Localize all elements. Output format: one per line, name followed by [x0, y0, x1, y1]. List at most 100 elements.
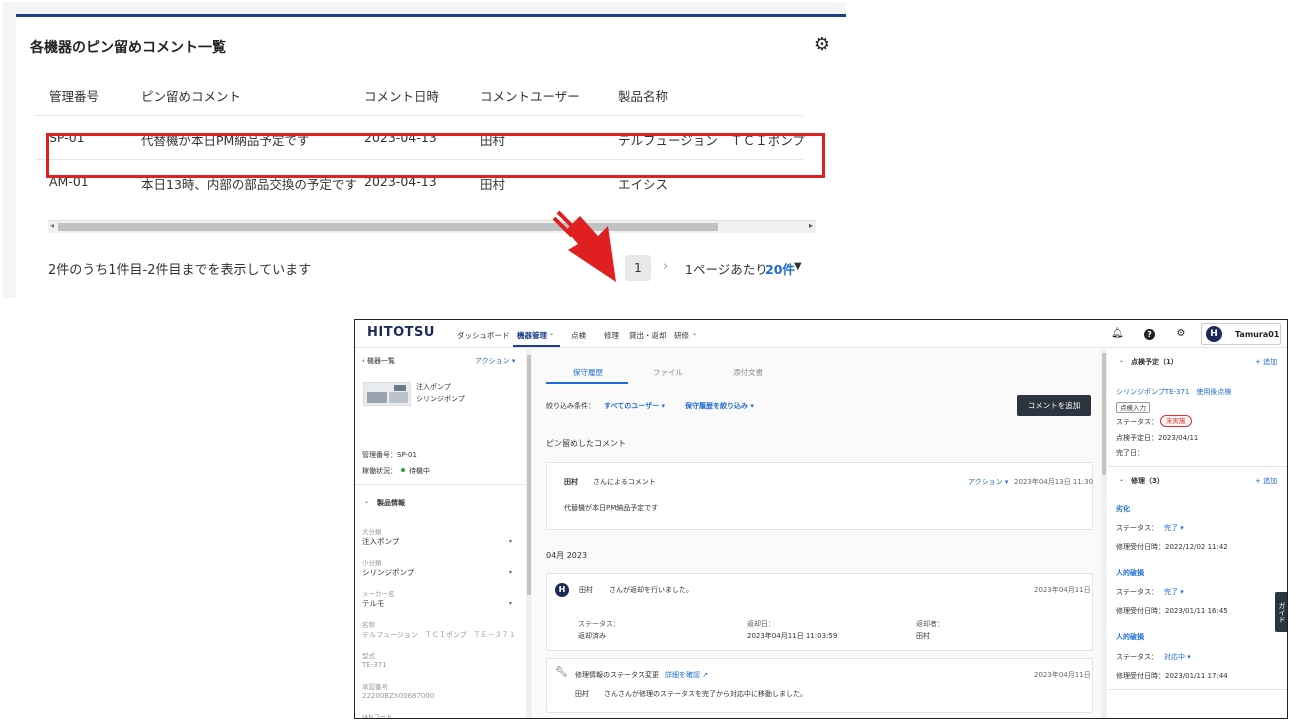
scroll-right-icon[interactable]: ▸	[809, 221, 813, 230]
tab-maintenance-history[interactable]: 保守履歴	[573, 367, 603, 378]
field-label: 承認番号	[362, 683, 388, 691]
status-badge: 未実施	[1160, 415, 1192, 427]
view-details-link[interactable]: 詳細を確認 ↗	[665, 670, 708, 680]
history-user: 田村	[579, 586, 593, 594]
table-horizontal-scrollbar[interactable]: ◂ ▸	[48, 220, 816, 233]
column-header-comment[interactable]: ピン留めコメント	[141, 86, 241, 105]
center-scrollbar[interactable]	[1101, 349, 1107, 718]
per-page-label: 1ページあたり	[685, 262, 768, 277]
approval-number-field[interactable]: 22200BZX00687000	[362, 692, 434, 700]
history-item-return: H 田村 さんが返却を行いました。 2023年04月11日 ステータス： 返却済…	[546, 573, 1093, 651]
chevron-down-icon[interactable]: ▾	[509, 600, 512, 607]
user-name: Tamura01	[1235, 330, 1280, 339]
comment-date: 2023年04月13日 11:30	[1014, 478, 1094, 486]
tab-files[interactable]: ファイル	[653, 367, 683, 378]
operating-status-value: 待機中	[409, 467, 430, 475]
user-menu[interactable]: H Tamura01	[1201, 323, 1281, 345]
per-page-select[interactable]: 20件	[765, 259, 795, 278]
active-nav-indicator	[513, 345, 560, 347]
maker-select[interactable]: テルモ	[362, 598, 385, 609]
repair-heading[interactable]: 修理（3）	[1131, 476, 1164, 486]
left-action-menu[interactable]: アクション ▾	[475, 356, 515, 366]
repair-status-label: ステータス：	[1116, 653, 1158, 661]
nav-item-inspection[interactable]: 点検	[571, 330, 586, 341]
nav-item-repair[interactable]: 修理	[604, 330, 619, 341]
repair-status-dropdown[interactable]: 完了 ▾	[1164, 587, 1184, 597]
history-filter-dropdown[interactable]: 保守履歴を絞り込み ▾	[685, 401, 754, 411]
table-header-row: 管理番号 ピン留めコメント コメント日時 コメントユーザー 製品名称	[36, 72, 803, 116]
model-field[interactable]: TE-371	[362, 661, 387, 669]
month-heading: 04月 2023	[546, 551, 588, 560]
app-logo[interactable]: HITOTSU	[367, 325, 435, 340]
device-info-panel: ‹ 機器一覧 アクション ▾ 注入ポンプ シリンジポンプ 管理番号：SP-01 …	[355, 349, 532, 719]
repair-item-title[interactable]: 劣化	[1116, 504, 1130, 514]
chevron-down-icon[interactable]: ▾	[509, 538, 512, 545]
repair-status-dropdown[interactable]: 完了 ▾	[1164, 523, 1184, 533]
column-header-user[interactable]: コメントユーザー	[480, 86, 580, 105]
minor-category-select[interactable]: シリンジポンプ	[362, 567, 414, 578]
nav-item-device-management[interactable]: 機器管理	[517, 330, 547, 341]
history-user: 田村	[575, 690, 589, 698]
gear-icon[interactable]: ⚙	[1175, 328, 1187, 340]
major-category-select[interactable]: 注入ポンプ	[362, 536, 399, 547]
widget-title: 各機器のピン留めコメント一覧	[30, 40, 226, 56]
chevron-down-icon[interactable]: ▼	[794, 261, 802, 272]
repair-received-date: 修理受付日時：2022/12/02 11:42	[1116, 543, 1228, 551]
inspection-planned-date: 点検予定日：2023/04/11	[1116, 434, 1199, 442]
repair-item-title[interactable]: 人的破損	[1116, 568, 1144, 578]
tab-attachments[interactable]: 添付文書	[733, 367, 763, 378]
history-date: 2023年04月11日	[1034, 671, 1091, 679]
history-date: 2023年04月11日	[1034, 586, 1091, 594]
repair-item-title[interactable]: 人的破損	[1116, 632, 1144, 642]
product-info-section[interactable]: 製品情報	[377, 498, 405, 508]
inspection-done-date: 完了日：	[1116, 449, 1144, 457]
column-header-product[interactable]: 製品名称	[618, 86, 668, 105]
status-dot-icon	[401, 468, 405, 472]
field-label: JANコード	[362, 713, 393, 719]
history-text: さんが返却を行いました。	[609, 586, 693, 594]
return-date-label: 返却日：	[747, 620, 775, 628]
guide-tab[interactable]: ガイド	[1275, 592, 1287, 632]
add-inspection-button[interactable]: + 追加	[1255, 357, 1277, 367]
column-header-mgmt-no[interactable]: 管理番号	[49, 86, 99, 105]
comment-action-menu[interactable]: アクション ▾	[968, 477, 1008, 487]
gear-icon[interactable]: ⚙	[812, 35, 832, 55]
left-scrollbar[interactable]	[526, 349, 532, 718]
bell-icon[interactable]: 🔔︎	[1111, 328, 1124, 340]
returner-value: 田村	[916, 632, 930, 640]
inspection-input-button[interactable]: 点検入力	[1116, 402, 1150, 413]
help-icon[interactable]: ?	[1144, 329, 1155, 340]
chevron-down-icon[interactable]: ▾	[509, 569, 512, 576]
pinned-comments-widget: 各機器のピン留めコメント一覧 ⚙ 管理番号 ピン留めコメント コメント日時 コメ…	[3, 2, 846, 298]
device-image	[363, 382, 411, 406]
back-to-list-link[interactable]: ‹ 機器一覧	[362, 356, 395, 366]
chevron-down-icon[interactable]: ⌄	[1119, 357, 1124, 364]
history-text: さんさんが修理のステータスを完了から対応中に移動しました。	[604, 690, 807, 698]
column-header-date[interactable]: コメント日時	[364, 86, 439, 105]
nav-item-dashboard[interactable]: ダッシュボード	[457, 330, 510, 341]
user-filter-dropdown[interactable]: すべてのユーザー ▾	[604, 401, 665, 411]
management-number: 管理番号：SP-01	[362, 451, 417, 459]
product-subcategory: シリンジポンプ	[416, 395, 465, 403]
field-label: 大分類	[362, 528, 382, 536]
nav-item-lending[interactable]: 貸出・返却	[629, 330, 667, 341]
next-page-icon[interactable]: ›	[663, 259, 668, 274]
repair-status-dropdown[interactable]: 対応中 ▾	[1164, 652, 1191, 662]
chevron-down-icon[interactable]: ⌄	[1119, 476, 1124, 483]
chevron-down-icon[interactable]: ⌄	[364, 498, 369, 505]
inspection-heading[interactable]: 点検予定（1）	[1131, 357, 1178, 367]
chevron-down-icon[interactable]: ⌄	[549, 330, 554, 337]
chevron-down-icon[interactable]: ⌄	[692, 330, 697, 337]
repair-change-title: 修理情報のステータス変更	[575, 671, 659, 679]
filter-label: 絞り込み条件：	[546, 402, 595, 410]
inspection-item-link[interactable]: シリンジポンプTE-371 使用後点検	[1116, 387, 1231, 397]
repair-received-date: 修理受付日時：2023/01/11 17:44	[1116, 672, 1228, 680]
add-repair-button[interactable]: + 追加	[1255, 476, 1277, 486]
history-item-repair-status: 🔧︎ 修理情報のステータス変更 詳細を確認 ↗ 2023年04月11日 田村 さ…	[546, 658, 1093, 713]
product-name-field[interactable]: テルフュージョン ＴＣＩポンプ ＴＥ－３７１	[362, 630, 516, 640]
scroll-left-icon[interactable]: ◂	[50, 221, 54, 230]
comment-user-suffix: さんによるコメント	[593, 478, 656, 486]
add-comment-button[interactable]: コメントを追加	[1017, 395, 1091, 416]
wrench-icon: 🔧︎	[555, 667, 568, 678]
nav-item-training[interactable]: 研修	[674, 330, 689, 341]
